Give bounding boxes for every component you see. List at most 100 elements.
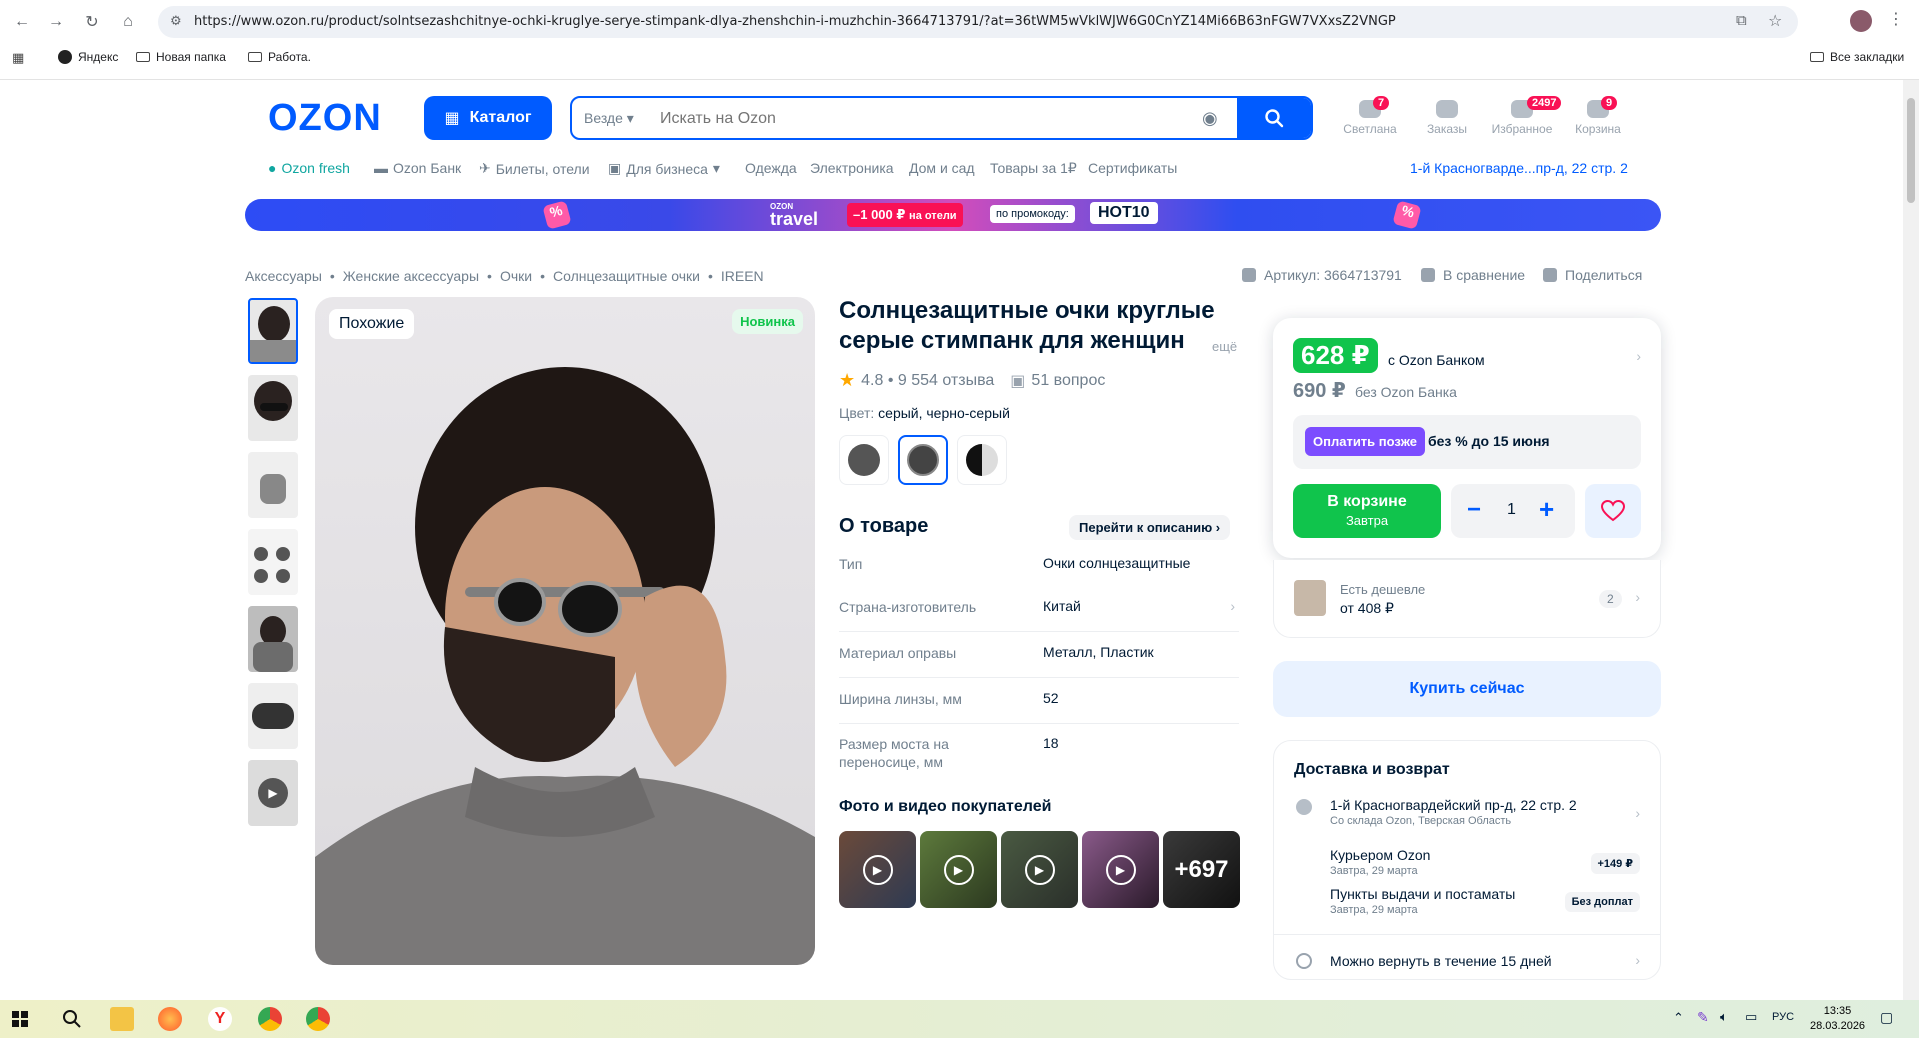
plus-icon[interactable]: + xyxy=(1539,494,1554,525)
yandex-browser-icon[interactable]: Y xyxy=(208,1007,232,1031)
pay-later-button[interactable]: Оплатить позже xyxy=(1305,427,1425,456)
chevron-right-icon[interactable]: › xyxy=(1635,805,1640,821)
language-indicator[interactable]: РУС xyxy=(1772,1011,1794,1023)
delivery-address-link[interactable]: 1-й Красногварде...пр-д, 22 стр. 2 xyxy=(1410,160,1628,176)
gallery-thumb[interactable] xyxy=(248,452,298,518)
camera-icon[interactable]: ◉ xyxy=(1202,108,1218,129)
chevron-up-icon[interactable]: ⌃ xyxy=(1673,1010,1684,1026)
delivery-address[interactable]: 1-й Красногвардейский пр-д, 22 стр. 2 xyxy=(1330,797,1577,813)
go-to-description-button[interactable]: Перейти к описанию › xyxy=(1069,515,1231,540)
install-app-icon[interactable]: ⧉ xyxy=(1736,12,1747,29)
header-cart[interactable]: 9 Корзина xyxy=(1563,96,1633,136)
back-icon[interactable]: ← xyxy=(10,10,34,34)
minus-icon[interactable]: − xyxy=(1467,496,1481,524)
breadcrumb-item[interactable]: Очки xyxy=(500,268,532,284)
gallery-thumb[interactable] xyxy=(248,375,298,441)
title-more-link[interactable]: ещё xyxy=(1212,339,1237,354)
scroll-thumb[interactable] xyxy=(1907,98,1915,203)
bookmark-new-folder[interactable]: Новая папка xyxy=(136,50,226,64)
bookmark-yandex[interactable]: Яндекс xyxy=(58,50,118,64)
pen-icon[interactable]: ✎ xyxy=(1697,1009,1709,1026)
compare-button[interactable]: В сравнение xyxy=(1421,267,1525,283)
chrome-icon[interactable] xyxy=(306,1007,330,1031)
subnav-electronics[interactable]: Электроника xyxy=(810,160,894,176)
customer-video[interactable]: ▶ xyxy=(839,831,916,908)
search-input[interactable] xyxy=(660,106,1220,132)
bank-price-note: с Ozon Банком xyxy=(1388,352,1485,368)
article-number[interactable]: Артикул: 3664713791 xyxy=(1242,267,1402,283)
subnav-certificates[interactable]: Сертификаты xyxy=(1088,160,1177,176)
header-orders[interactable]: Заказы xyxy=(1412,100,1482,136)
gallery-thumb[interactable] xyxy=(248,683,298,749)
forward-icon[interactable]: → xyxy=(44,10,68,34)
share-button[interactable]: Поделиться xyxy=(1543,267,1642,283)
address-bar[interactable]: ⚙ https://www.ozon.ru/product/solntsezas… xyxy=(158,6,1798,38)
reload-icon[interactable]: ↻ xyxy=(80,10,104,34)
add-to-favorites-button[interactable] xyxy=(1585,484,1641,538)
subnav-one-ruble[interactable]: Товары за 1₽ xyxy=(990,160,1077,177)
gallery-thumb[interactable] xyxy=(248,606,298,672)
main-product-image[interactable]: Похожие Новинка xyxy=(315,297,815,965)
pickup-option[interactable]: Пункты выдачи и постаматы xyxy=(1330,886,1515,902)
return-policy[interactable]: Можно вернуть в течение 15 дней xyxy=(1330,953,1552,969)
profile-avatar[interactable] xyxy=(1850,10,1872,32)
header-favorites[interactable]: 2497 Избранное xyxy=(1487,96,1562,136)
breadcrumb-item[interactable]: Аксессуары xyxy=(245,268,322,284)
ozon-logo[interactable]: OZON xyxy=(268,97,382,140)
file-explorer-icon[interactable] xyxy=(110,1007,134,1031)
subnav-ozon-bank[interactable]: ▬ Ozon Банк xyxy=(374,160,461,176)
color-swatch[interactable] xyxy=(839,435,889,485)
url-text[interactable]: https://www.ozon.ru/product/solntsezashc… xyxy=(194,14,1396,29)
subnav-ozon-fresh[interactable]: ● Ozon fresh xyxy=(268,160,350,176)
subnav-tickets[interactable]: ✈ Билеты, отели xyxy=(479,160,590,177)
notifications-icon[interactable]: ▢ xyxy=(1880,1009,1893,1026)
similar-button[interactable]: Похожие xyxy=(329,309,415,339)
windows-start-icon[interactable] xyxy=(12,1011,28,1027)
customer-video[interactable]: ▶ xyxy=(920,831,997,908)
promo-banner[interactable]: % % OZON travel –1 000 ₽ на отели по про… xyxy=(245,199,1661,231)
subnav-home-garden[interactable]: Дом и сад xyxy=(909,160,975,176)
buy-now-button[interactable]: Купить сейчас xyxy=(1273,661,1661,717)
pay-later-block[interactable]: Оплатить позже без % до 15 июня xyxy=(1293,415,1641,469)
bookmark-work[interactable]: Работа. xyxy=(248,50,311,64)
page-scrollbar[interactable] xyxy=(1903,80,1919,1000)
network-icon[interactable]: ▭ xyxy=(1745,1009,1757,1025)
subnav-business[interactable]: ▣ Для бизнеса ▾ xyxy=(608,160,720,177)
bookmark-star-icon[interactable]: ☆ xyxy=(1768,11,1782,31)
gallery-thumb[interactable] xyxy=(248,529,298,595)
header-profile[interactable]: 7 Светлана xyxy=(1335,96,1405,136)
gallery-thumb[interactable] xyxy=(248,298,298,364)
apps-grid-icon[interactable]: ▦ xyxy=(12,50,24,66)
rating-row[interactable]: ★ 4.8 • 9 554 отзыва ▣ 51 вопрос xyxy=(839,370,1105,391)
customer-video[interactable]: ▶ xyxy=(1001,831,1078,908)
color-swatch[interactable] xyxy=(957,435,1007,485)
all-bookmarks[interactable]: Все закладки xyxy=(1810,50,1904,64)
breadcrumb-item[interactable]: Солнцезащитные очки xyxy=(553,268,700,284)
breadcrumb-item[interactable]: Женские аксессуары xyxy=(343,268,479,284)
breadcrumb-item[interactable]: IREEN xyxy=(721,268,764,284)
quantity-stepper: − 1 + xyxy=(1451,484,1575,538)
home-icon[interactable]: ⌂ xyxy=(116,10,140,34)
menu-icon[interactable]: ⋮ xyxy=(1888,9,1904,29)
search-button[interactable] xyxy=(1237,98,1311,138)
chevron-right-icon[interactable]: › xyxy=(1636,348,1641,364)
chevron-right-icon: › xyxy=(1635,589,1640,605)
catalog-button[interactable]: ▦ Каталог xyxy=(424,96,552,140)
subnav-clothes[interactable]: Одежда xyxy=(745,160,797,176)
search-scope-select[interactable]: Везде ▾ xyxy=(584,110,634,127)
spec-row[interactable]: Страна-изготовитель Китай › xyxy=(839,598,1239,632)
chrome-icon[interactable] xyxy=(258,1007,282,1031)
customer-media-more[interactable]: +697 xyxy=(1163,831,1240,908)
customer-video[interactable]: ▶ xyxy=(1082,831,1159,908)
cheaper-offers[interactable]: Есть дешевле от 408 ₽ 2 › xyxy=(1273,560,1661,638)
in-cart-button[interactable]: В корзине Завтра xyxy=(1293,484,1441,538)
gallery-video-thumb[interactable]: ▶ xyxy=(248,760,298,826)
courier-option[interactable]: Курьером Ozon xyxy=(1330,847,1430,863)
firefox-icon[interactable] xyxy=(158,1007,182,1031)
system-clock[interactable]: 13:35 28.03.2026 xyxy=(1810,1004,1865,1034)
search-icon[interactable] xyxy=(62,1009,82,1029)
color-swatch-selected[interactable] xyxy=(898,435,948,485)
site-info-icon[interactable]: ⚙ xyxy=(170,13,182,29)
questions-text[interactable]: 51 вопрос xyxy=(1031,372,1105,390)
volume-icon[interactable]: 🔈︎ xyxy=(1720,1009,1728,1025)
